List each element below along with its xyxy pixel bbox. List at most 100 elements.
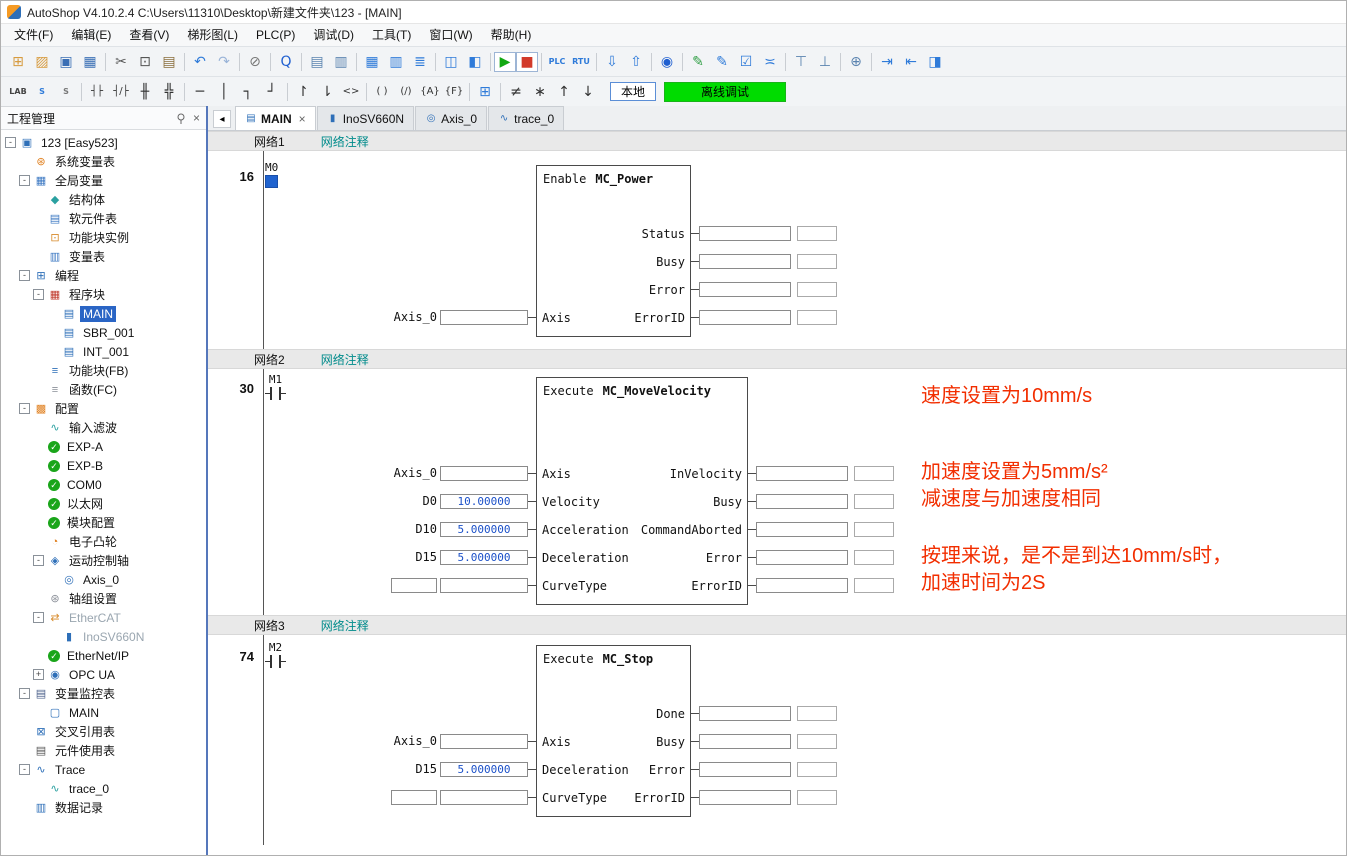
save-button[interactable]: ▣ [54,50,78,74]
operand-d0[interactable]: D0 [423,494,437,508]
export-button[interactable]: ⇤ [899,50,923,74]
tree-item-exp-b[interactable]: ✓EXP-B [1,456,206,475]
redo-button[interactable]: ↷ [212,50,236,74]
tree-item-watch-tables[interactable]: -▤变量监控表 [1,684,206,703]
output-errorid-aux-box[interactable] [854,578,894,593]
tree-item-ethercat[interactable]: -⇄EtherCAT [1,608,206,627]
tree-item-electronic-cam[interactable]: ◔电子凸轮 [1,532,206,551]
operand-d15[interactable]: D15 [415,550,437,564]
output-errorid-aux-box[interactable] [797,310,837,325]
output-invelocity-aux-box[interactable] [854,466,894,481]
output-done-box[interactable] [699,706,791,721]
tree-item-element-usage[interactable]: ▤元件使用表 [1,741,206,760]
network-comment[interactable]: 网络注释 [321,351,369,368]
value-box-velocity[interactable]: 10.00000 [440,494,528,509]
network-comment[interactable]: 网络注释 [321,133,369,150]
tree-item-axis-0[interactable]: ◎Axis_0 [1,570,206,589]
edge-falling-button[interactable]: ⇂ [315,80,339,104]
tree-item-main-program[interactable]: ▤MAIN [1,304,206,323]
tree-item-data-log[interactable]: ▥数据记录 [1,798,206,817]
menu-item-3[interactable]: 梯形图(L) [178,24,247,47]
align-top-button[interactable]: ⊤ [789,50,813,74]
operand-axis_0[interactable]: Axis_0 [394,310,437,324]
value-box-deceleration[interactable]: 5.000000 [440,550,528,565]
line-corner-up-button[interactable]: ┐ [236,80,260,104]
tree-item-programming[interactable]: -⊞编程 [1,266,206,285]
value-box-curvetype[interactable] [440,578,528,593]
output-error-box[interactable] [699,762,791,777]
copy-button[interactable]: ⊡ [133,50,157,74]
output-errorid-box[interactable] [699,310,791,325]
arrow-up-button[interactable]: ↑ [552,80,576,104]
expand-icon[interactable]: + [33,669,44,680]
run-button[interactable]: ▶ [494,52,516,72]
tree-item-ethernet[interactable]: ✓以太网 [1,494,206,513]
tree-item-device-table[interactable]: ▤软元件表 [1,209,206,228]
ladder-symbols-button[interactable]: ≣ [408,50,432,74]
menu-item-8[interactable]: 帮助(H) [482,24,541,47]
sfc-step-button[interactable]: S [30,80,54,104]
open-project-button[interactable]: ▨ [30,50,54,74]
collapse-icon[interactable]: - [33,555,44,566]
tree-item-trace[interactable]: -∿Trace [1,760,206,779]
menu-item-2[interactable]: 查看(V) [120,24,178,47]
collapse-icon[interactable]: - [19,175,30,186]
tree-item-ethernet-ip[interactable]: ✓EtherNet/IP [1,646,206,665]
wire-junction-button[interactable]: ∗ [528,80,552,104]
stop-button[interactable]: ■ [516,52,538,72]
output-error-aux-box[interactable] [797,762,837,777]
output-done-aux-box[interactable] [797,706,837,721]
output-errorid-aux-box[interactable] [797,790,837,805]
output-status-aux-box[interactable] [797,226,837,241]
output-commandaborted-aux-box[interactable] [854,522,894,537]
window-layout-button[interactable]: ◧ [463,50,487,74]
output-busy-aux-box[interactable] [854,494,894,509]
print-button[interactable]: ▤ [305,50,329,74]
show-panels-button[interactable]: ◨ [923,50,947,74]
ladder-list-button[interactable]: ▥ [384,50,408,74]
function-block-tool-button[interactable]: {F} [442,80,466,104]
ladder-table-button[interactable]: ▦ [360,50,384,74]
tree-item-motion-axes[interactable]: -◈运动控制轴 [1,551,206,570]
line-corner-down-button[interactable]: ┘ [260,80,284,104]
tree-item-functions[interactable]: ≡函数(FC) [1,380,206,399]
tree-item-global-vars[interactable]: -▦全局变量 [1,171,206,190]
contact-m0[interactable]: M0 [265,162,278,188]
cut-button[interactable]: ✂ [109,50,133,74]
contact-no-button[interactable]: ┤├ [85,80,109,104]
value-box-axis[interactable] [440,466,528,481]
value-box-axis[interactable] [440,734,528,749]
collapse-icon[interactable]: - [19,688,30,699]
collapse-icon[interactable]: - [33,289,44,300]
operand-d15[interactable]: D15 [415,762,437,776]
menu-item-1[interactable]: 编辑(E) [62,24,120,47]
coil-inverted-button[interactable]: (/) [394,80,418,104]
operand-axis_0[interactable]: Axis_0 [394,734,437,748]
offline-debug-button[interactable]: 离线调试 [664,82,786,102]
tree-item-function-blocks[interactable]: ≡功能块(FB) [1,361,206,380]
app-instruction-button[interactable]: {A} [418,80,442,104]
tree-item-config[interactable]: -▩配置 [1,399,206,418]
device-scan-button[interactable]: ◉ [655,50,679,74]
collapse-icon[interactable]: - [33,612,44,623]
operand-d10[interactable]: D10 [415,522,437,536]
tree-item-module-config[interactable]: ✓模块配置 [1,513,206,532]
contact-m2[interactable]: M2 [265,642,286,668]
station-setup-button[interactable]: ⊕ [844,50,868,74]
tab-main[interactable]: ▤MAIN× [235,106,316,130]
tree-item-watch-main[interactable]: ▢MAIN [1,703,206,722]
tree-item-var-table[interactable]: ▥变量表 [1,247,206,266]
grid-toggle-button[interactable]: ⊞ [473,80,497,104]
tab-close-icon[interactable]: × [299,112,306,126]
tree-item-opc-ua[interactable]: +◉OPC UA [1,665,206,684]
monitor-edit-button[interactable]: ✎ [686,50,710,74]
ladder-editor[interactable]: 网络1网络注释16M0EnableMC_PowerStatusBusyError… [208,131,1346,855]
output-errorid-box[interactable] [699,790,791,805]
collapse-icon[interactable]: - [5,137,16,148]
menu-item-0[interactable]: 文件(F) [5,24,62,47]
operand-empty-box[interactable] [391,790,437,805]
tree-item-project-root[interactable]: -▣123 [Easy523] [1,133,206,152]
output-busy-box[interactable] [699,254,791,269]
menu-item-5[interactable]: 调试(D) [304,24,363,47]
contact-m1[interactable]: M1 [265,374,286,400]
